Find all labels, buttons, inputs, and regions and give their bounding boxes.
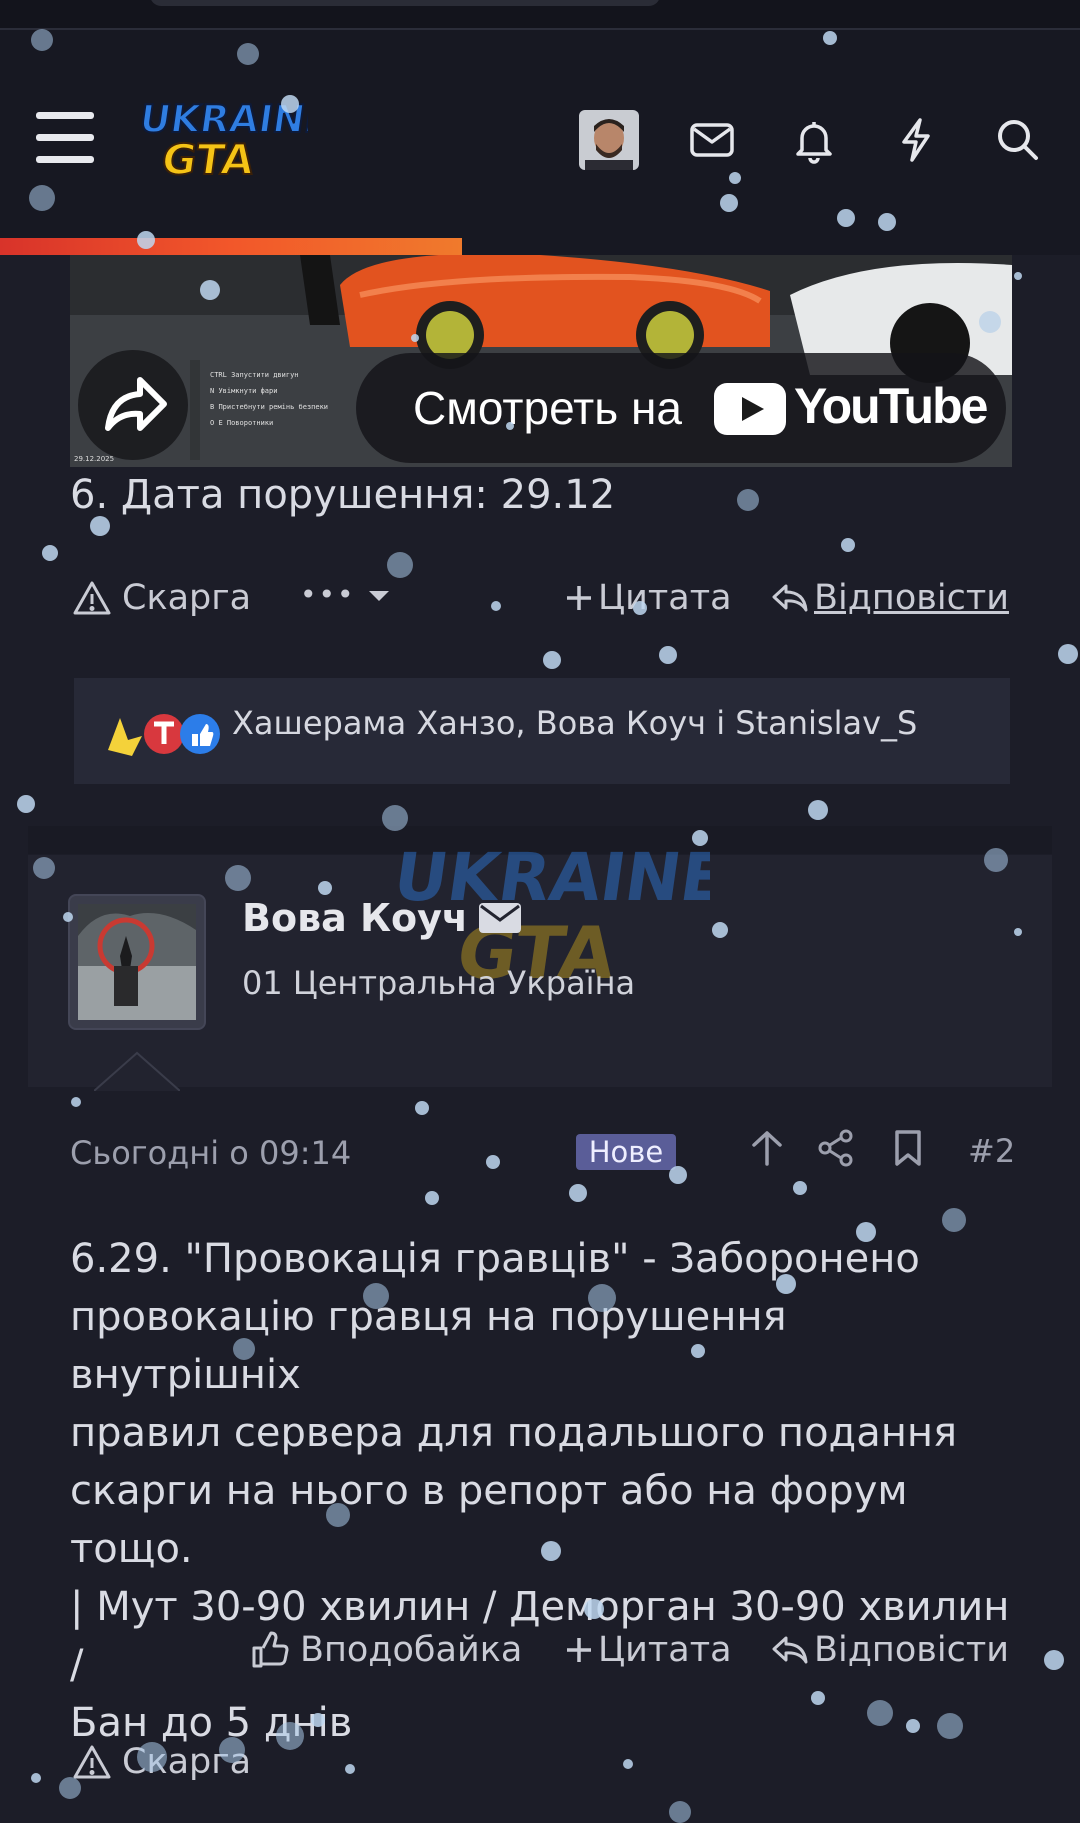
search-icon[interactable] (992, 114, 1044, 166)
post-body-line: скарги на нього в репорт або на форум то… (70, 1468, 908, 1572)
snowflake (841, 538, 855, 552)
youtube-logo-icon (714, 383, 786, 435)
reply-button[interactable]: Відповісти (770, 578, 1009, 618)
reading-progress-bar (0, 238, 462, 255)
report-button[interactable]: Скарга (72, 578, 251, 618)
snowflake (345, 1764, 355, 1774)
snowflake (1058, 644, 1078, 664)
watch-label: Смотреть на (413, 382, 682, 434)
warning-icon (73, 581, 111, 615)
post-date[interactable]: Сьогодні о 09:14 (70, 1134, 351, 1172)
snowflake (90, 516, 110, 536)
site-logo[interactable]: UKRAINE GTA (138, 90, 308, 190)
snowflake (1014, 272, 1022, 280)
menu-icon[interactable] (36, 112, 98, 168)
snowflake (623, 1759, 633, 1769)
post-number[interactable]: #2 (968, 1132, 1015, 1170)
quote-label: Цитата (598, 1630, 732, 1670)
author-name-label: Вова Коуч (242, 896, 469, 940)
url-bar[interactable] (150, 0, 660, 6)
snowflake (425, 1191, 439, 1205)
snowflake (415, 1101, 429, 1115)
arrow-up-icon[interactable] (748, 1128, 786, 1168)
snowflake (486, 1155, 500, 1169)
author-avatar[interactable] (68, 894, 206, 1030)
reactions-bar[interactable]: Хашерама Ханзо, Вова Коуч і Stanislav_S (74, 678, 1010, 784)
bookmark-icon[interactable] (890, 1128, 926, 1168)
mail-icon[interactable] (686, 114, 738, 166)
reaction-icons (108, 714, 220, 756)
report-button[interactable]: Скарга (72, 1742, 251, 1782)
snowflake (31, 1773, 41, 1783)
lightning-icon[interactable] (890, 114, 942, 166)
reply-label: Відповісти (814, 1630, 1009, 1670)
snowflake (659, 646, 677, 664)
snowflake (793, 1181, 807, 1195)
quote-label: Цитата (598, 578, 732, 618)
bell-icon[interactable] (788, 114, 840, 166)
chevron-down-icon (368, 590, 389, 601)
new-badge: Нове (576, 1134, 676, 1170)
share-button[interactable] (78, 350, 188, 460)
report-label: Скарга (122, 1742, 252, 1782)
youtube-wordmark: YouTube (794, 378, 988, 434)
mail-icon[interactable] (478, 902, 522, 934)
reply-icon (772, 1636, 808, 1664)
snowflake (737, 489, 759, 511)
thumbs-up-icon (252, 1631, 289, 1668)
snowflake (543, 651, 561, 669)
warning-icon (73, 1745, 111, 1779)
snowflake (1044, 1650, 1064, 1670)
previous-post-last-line: 6. Дата порушення: 29.12 (70, 472, 616, 518)
plus-icon (567, 586, 591, 610)
reply-label: Відповісти (814, 578, 1009, 618)
quote-button[interactable]: Цитата (564, 1630, 732, 1670)
like-label: Вподобайка (300, 1630, 523, 1670)
post-body: 6.29. "Провокація гравців" - Заборонено … (70, 1230, 1030, 1752)
author-server: 01 Центральна Україна (242, 964, 636, 1002)
video-embed[interactable]: CTRL Запустити двигун N Увімкнути фари B… (70, 255, 1012, 467)
snowflake (387, 552, 413, 578)
share-icon[interactable] (816, 1128, 856, 1168)
reply-icon (772, 584, 808, 612)
plus-icon (567, 1638, 591, 1662)
reactions-text[interactable]: Хашерама Ханзо, Вова Коуч і Stanislav_S (232, 704, 917, 742)
author-name[interactable]: Вова Коуч (242, 896, 522, 940)
quote-button[interactable]: Цитата (564, 578, 732, 618)
snowflake (491, 601, 501, 611)
more-actions-button[interactable]: ••• (300, 578, 392, 611)
report-label: Скарга (122, 578, 252, 618)
snowflake (42, 545, 58, 561)
post-body-line: правил сервера для подальшого подання (70, 1410, 958, 1456)
post-body-line: 6.29. "Провокація гравців" - Заборонено (70, 1236, 920, 1282)
status-bar (0, 0, 1080, 30)
post-body-line: провокацію гравця на порушення внутрішні… (70, 1294, 787, 1398)
snowflake (569, 1184, 587, 1202)
snowflake (71, 1097, 81, 1107)
svg-text:GTA: GTA (159, 135, 258, 184)
snowflake (808, 800, 828, 820)
post-pointer (94, 1051, 180, 1091)
snowflake (17, 795, 35, 813)
avatar[interactable] (579, 110, 639, 170)
reply-button[interactable]: Відповісти (770, 1630, 1009, 1670)
more-dots: ••• (300, 578, 356, 611)
snowflake (942, 1208, 966, 1232)
like-button[interactable]: Вподобайка (250, 1630, 522, 1670)
overlay-hints: CTRL Запустити двигун N Увімкнути фари B… (210, 371, 329, 427)
snowflake (669, 1801, 691, 1823)
